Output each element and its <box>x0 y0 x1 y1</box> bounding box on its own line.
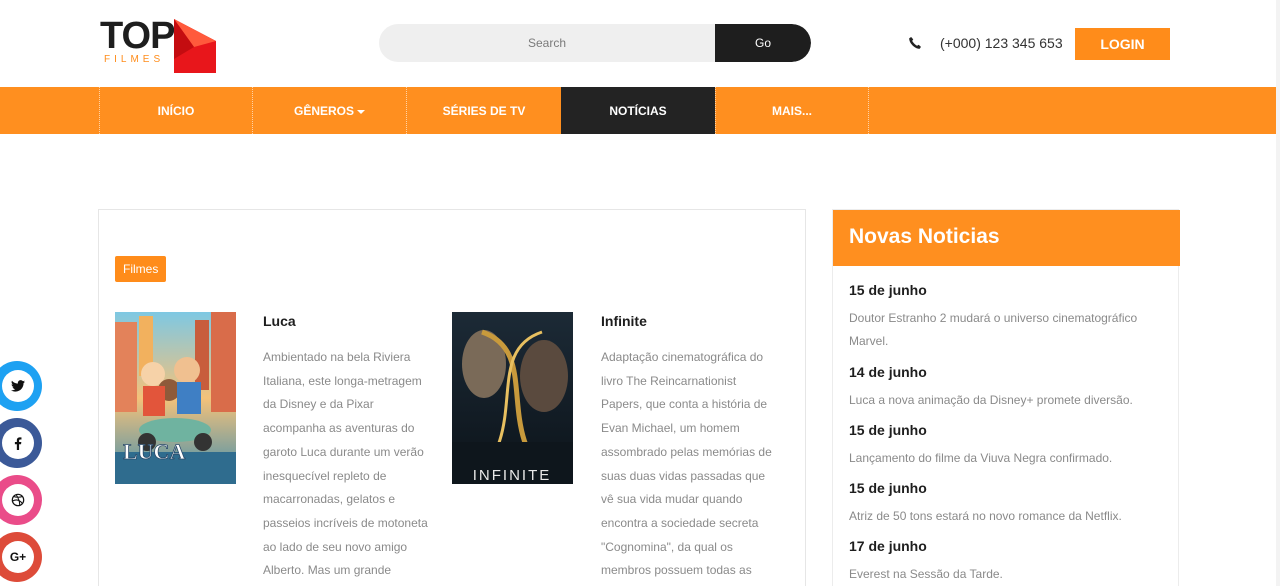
nav-item-label: INÍCIO <box>157 103 195 118</box>
page: TOP FILMES Go (+000) 123 345 653 LOGIN I… <box>0 0 1280 586</box>
social-twitter-button[interactable] <box>0 361 42 411</box>
news-date: 15 de junho <box>849 422 927 438</box>
logo-subtitle: FILMES <box>104 54 165 65</box>
movie-title-infinite[interactable]: Infinite <box>601 313 647 329</box>
sidebar-header: Novas Noticias <box>833 210 1180 266</box>
nav-divider <box>868 87 869 134</box>
infinite-poster-image: INFINITE <box>452 312 573 484</box>
caret-down-icon <box>357 109 365 114</box>
logo-text: TOP <box>100 15 175 57</box>
movie-description-luca: Ambientado na bela Riviera Italiana, est… <box>263 350 428 578</box>
nav-item-noticias[interactable]: NOTÍCIAS <box>561 87 715 134</box>
social-google-plus-button[interactable]: G+ <box>0 532 42 582</box>
nav-item-generos[interactable]: GÊNEROS <box>252 87 406 134</box>
google-plus-icon: G+ <box>2 541 34 573</box>
news-item[interactable]: 14 de junho Luca a nova animação da Disn… <box>849 361 1159 412</box>
dribbble-icon <box>2 484 34 516</box>
movie-title-luca[interactable]: Luca <box>263 313 296 329</box>
sidebar-title: Novas Noticias <box>849 225 1000 248</box>
social-facebook-button[interactable] <box>0 418 42 468</box>
page-scrollbar[interactable] <box>1276 0 1280 586</box>
phone-icon <box>909 37 921 49</box>
news-item[interactable]: 15 de junho Atriz de 50 tons estará no n… <box>849 477 1159 528</box>
news-date: 14 de junho <box>849 364 927 380</box>
news-text[interactable]: Lançamento do filme da Viuva Negra confi… <box>849 447 1159 470</box>
social-dribbble-button[interactable] <box>0 475 42 525</box>
news-item[interactable]: 15 de junho Doutor Estranho 2 mudará o u… <box>849 279 1159 353</box>
search-button[interactable]: Go <box>715 24 811 62</box>
infinite-poster-title: INFINITE <box>473 467 552 484</box>
nav-item-label: SÉRIES DE TV <box>442 103 526 118</box>
nav-item-label: NOTÍCIAS <box>609 103 667 118</box>
phone-contact: (+000) 123 345 653 <box>908 33 1063 53</box>
nav-item-mais[interactable]: MAIS... <box>715 87 868 134</box>
nav-item-series[interactable]: SÉRIES DE TV <box>406 87 561 134</box>
nav-item-label: MAIS... <box>771 103 812 118</box>
site-header: TOP FILMES Go (+000) 123 345 653 LOGIN <box>0 0 1280 87</box>
news-item[interactable]: 15 de junho Lançamento do filme da Viuva… <box>849 419 1159 470</box>
search-input[interactable] <box>379 24 715 62</box>
phone-number: (+000) 123 345 653 <box>940 35 1063 51</box>
facebook-icon <box>2 427 34 459</box>
login-button[interactable]: LOGIN <box>1075 28 1170 60</box>
news-item[interactable]: 17 de junho Everest na Sessão da Tarde. <box>849 535 1159 586</box>
news-card: Filmes LUCA Luca Ambientado na bela Rivi… <box>98 209 806 586</box>
movie-description-infinite: Adaptação cinematográfica do livro The R… <box>601 350 772 578</box>
movie-poster-infinite[interactable]: INFINITE <box>452 312 573 484</box>
search-bar: Go <box>379 24 811 62</box>
category-tag[interactable]: Filmes <box>115 256 167 282</box>
twitter-icon <box>2 370 34 402</box>
nav-item-label: GÊNEROS <box>293 103 354 118</box>
news-date: 15 de junho <box>849 282 927 298</box>
main-nav: INÍCIO GÊNEROS SÉRIES DE TV NOTÍCIAS MAI… <box>0 87 1280 134</box>
news-date: 15 de junho <box>849 480 927 496</box>
nav-item-inicio[interactable]: INÍCIO <box>99 87 252 134</box>
luca-poster-image: LUCA <box>115 312 236 484</box>
logo-mark-icon <box>174 19 216 73</box>
site-logo[interactable]: TOP FILMES <box>100 16 220 74</box>
news-date: 17 de junho <box>849 538 927 554</box>
news-text[interactable]: Everest na Sessão da Tarde. <box>849 563 1159 586</box>
news-text[interactable]: Doutor Estranho 2 mudará o universo cine… <box>849 307 1159 353</box>
luca-poster-title: LUCA <box>123 439 185 464</box>
news-text[interactable]: Atriz de 50 tons estará no novo romance … <box>849 505 1159 528</box>
movie-poster-luca[interactable]: LUCA <box>115 312 236 484</box>
news-text[interactable]: Luca a nova animação da Disney+ promete … <box>849 389 1159 412</box>
news-sidebar: Novas Noticias 15 de junho Doutor Estran… <box>832 209 1180 586</box>
